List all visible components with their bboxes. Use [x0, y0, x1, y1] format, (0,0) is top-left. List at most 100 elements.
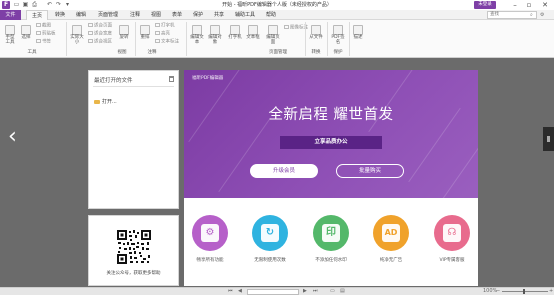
tab-comment[interactable]: 注释: [126, 10, 144, 20]
tab-view[interactable]: 视图: [147, 10, 165, 20]
tab-share[interactable]: 共享: [210, 10, 228, 20]
prev-page-icon[interactable]: ◀: [238, 288, 242, 295]
page-icon: [72, 25, 82, 35]
close-icon[interactable]: ✕: [540, 0, 550, 10]
trash-icon[interactable]: [169, 76, 174, 82]
open-file-link[interactable]: 打开...: [94, 98, 117, 105]
tab-page-management[interactable]: 页面管理: [94, 10, 122, 20]
side-panel-handle[interactable]: [543, 127, 554, 151]
fit-width-button[interactable]: 适合宽度: [88, 31, 112, 38]
ribbon: 手型工具 选择 截图 剪贴板 书签 工具 实际大小 适合页面 适合宽度 适合视区…: [0, 20, 554, 58]
watermark-icon: 印: [313, 215, 349, 251]
promo-ribbon: 立享品质办公: [274, 136, 388, 152]
group-label-convert: 转换: [311, 50, 321, 55]
rotate-button[interactable]: 旋转: [118, 25, 130, 40]
tab-form[interactable]: 表单: [168, 10, 186, 20]
bookmark-icon: [36, 39, 41, 43]
divider: [186, 22, 187, 56]
file-convert-icon: [311, 25, 321, 35]
qr-code: [116, 229, 152, 265]
recent-files-title: 最近打开的文件: [94, 78, 133, 84]
group-label-tools: 工具: [27, 50, 37, 55]
divider: [349, 22, 350, 56]
fit-visible-button[interactable]: 适合视区: [88, 39, 112, 46]
zoom-slider-thumb[interactable]: [523, 289, 525, 294]
tab-accessibility[interactable]: 辅助工具: [231, 10, 259, 20]
decor-stripe: [218, 117, 271, 193]
fit-page-icon: [88, 23, 93, 27]
tab-file[interactable]: 文件: [0, 10, 21, 20]
tab-protect[interactable]: 保护: [189, 10, 207, 20]
feature-item: 印 不添加任何水印: [308, 215, 354, 263]
select-button[interactable]: 选择: [20, 25, 32, 40]
edit-text-button[interactable]: 编辑文本: [190, 25, 204, 45]
headset-icon: ☊: [434, 215, 470, 251]
rotate-icon: [119, 25, 129, 35]
group-label-page-management: 页面管理: [269, 50, 287, 55]
search-icon[interactable]: ⌕: [530, 11, 533, 19]
textbox-button[interactable]: 文本框: [246, 25, 260, 40]
feature-item: ⚙ 畅享所有功能: [187, 215, 233, 263]
fit-width-icon: [88, 31, 93, 35]
pdf-sign-button[interactable]: PDF签名: [331, 25, 345, 45]
handle-grip-icon: [547, 136, 550, 142]
edit-page-button[interactable]: 编辑页面: [266, 25, 280, 45]
typewriter-large-button[interactable]: 打字机: [228, 25, 242, 40]
previous-arrow-icon[interactable]: ‹: [8, 126, 17, 148]
typewriter-button[interactable]: 打字机: [155, 23, 175, 30]
next-page-icon[interactable]: ▶: [303, 288, 307, 295]
qr-code-card: 关注公众号，获取更多帮助: [88, 215, 179, 286]
typewriter-icon: [155, 23, 160, 27]
hand-icon: [5, 25, 15, 35]
fit-page-button[interactable]: 适合页面: [88, 23, 112, 30]
page-number-input[interactable]: [247, 289, 299, 295]
description-button[interactable]: 描述: [352, 25, 364, 40]
bookmark-button[interactable]: 书签: [36, 39, 51, 46]
qr-caption: 关注公众号，获取更多帮助: [106, 271, 161, 276]
tab-help[interactable]: 帮助: [262, 10, 280, 20]
login-button[interactable]: 未登录: [474, 1, 496, 9]
tab-home[interactable]: 主页: [26, 10, 48, 20]
maximize-icon[interactable]: ▫: [524, 0, 534, 10]
ad-icon: AD: [373, 215, 409, 251]
decor-stripe: [433, 137, 478, 198]
textbox-icon: [248, 25, 258, 35]
status-bar: ⏮ ◀ ▶ ⏭ ▭ ▤ 100% − +: [0, 287, 554, 295]
description-icon: [353, 25, 363, 35]
highlight-button[interactable]: 高亮: [155, 31, 170, 38]
tab-edit[interactable]: 编辑: [72, 10, 90, 20]
feature-item: ☊ VIP专属客服: [429, 215, 475, 263]
typewriter-icon: [230, 25, 240, 35]
zoom-slider[interactable]: [502, 291, 548, 292]
promo-brand: 福昕PDF编辑器: [192, 76, 224, 81]
cursor-icon: [21, 25, 31, 35]
gear-icon: ⚙: [192, 215, 228, 251]
last-page-icon[interactable]: ⏭: [313, 288, 318, 295]
settings-icon[interactable]: ⚙: [540, 11, 544, 19]
divider: [66, 22, 67, 56]
view-mode-icon[interactable]: ▭: [330, 288, 335, 295]
feature-item: AD 纯净无广告: [368, 215, 414, 263]
upgrade-member-button[interactable]: 升级会员: [250, 164, 318, 178]
title-bar: F ▭ ▣ ⎙ ↶ ↷ ▾ 开始 - 福昕PDF编辑器个人版（未经授权的产品） …: [0, 0, 554, 10]
group-label-view: 视图: [117, 50, 127, 55]
callout-icon: [155, 39, 160, 43]
screenshot-button[interactable]: 截图: [36, 23, 51, 30]
continuous-view-icon[interactable]: ▤: [340, 288, 345, 295]
text-callout-button[interactable]: 文本标注: [155, 39, 179, 46]
actual-size-button[interactable]: 实际大小: [70, 25, 84, 45]
reflow-button[interactable]: 重排: [139, 25, 151, 40]
clipboard-button[interactable]: 剪贴板: [36, 31, 56, 38]
tab-convert[interactable]: 转换: [51, 10, 69, 20]
edit-object-button[interactable]: 编辑对象: [208, 25, 222, 45]
minimize-icon[interactable]: –: [510, 0, 520, 10]
edit-object-icon: [210, 25, 220, 35]
hand-tool-button[interactable]: 手型工具: [4, 25, 16, 45]
first-page-icon[interactable]: ⏮: [228, 288, 233, 295]
bulk-purchase-button[interactable]: 批量购买: [336, 164, 404, 178]
from-file-button[interactable]: 从文件: [309, 25, 323, 40]
zoom-out-icon[interactable]: −: [496, 288, 500, 295]
zoom-in-icon[interactable]: +: [549, 288, 553, 295]
divider: [135, 22, 136, 56]
promo-banner: 福昕PDF编辑器 全新启程 耀世首发 立享品质办公 升级会员 批量购买: [184, 70, 478, 198]
